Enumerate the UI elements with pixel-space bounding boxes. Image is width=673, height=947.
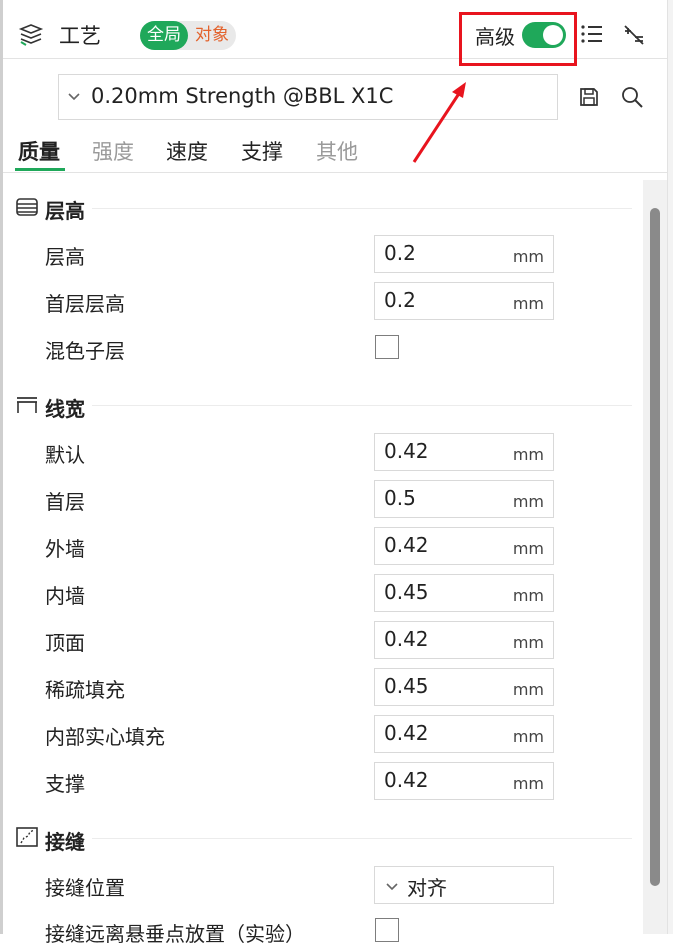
seam-position-value: 对齐	[407, 876, 447, 900]
row-label-mixed-sublayer: 混色子层	[45, 339, 125, 363]
field-unit: mm	[512, 539, 544, 558]
seam-away-checkbox[interactable]	[375, 918, 399, 942]
line-width-sparse-infill-input[interactable]: 0.45 mm	[374, 668, 554, 706]
field-unit: mm	[512, 445, 544, 464]
field-unit: mm	[512, 247, 544, 266]
row-label-seam-away-from-overhang: 接缝远离悬垂点放置（实验）	[45, 922, 305, 946]
line-width-inner-wall-input[interactable]: 0.45 mm	[374, 574, 554, 612]
line-width-default-input[interactable]: 0.42 mm	[374, 433, 554, 471]
field-unit: mm	[512, 586, 544, 605]
line-width-first-layer-input[interactable]: 0.5 mm	[374, 480, 554, 518]
tab-support[interactable]: 支撑	[241, 136, 283, 166]
row-label-internal-solid-infill: 内部实心填充	[45, 725, 165, 749]
row-label-layer-height: 层高	[45, 245, 85, 269]
field-value: 0.42	[384, 627, 429, 651]
tab-quality[interactable]: 质量	[18, 136, 60, 166]
field-unit: mm	[512, 727, 544, 746]
window-right-edge	[667, 0, 673, 934]
seam-position-select[interactable]: 对齐	[374, 866, 554, 904]
list-view-icon[interactable]	[580, 23, 604, 45]
search-icon[interactable]	[620, 85, 644, 109]
mixed-sublayer-checkbox[interactable]	[375, 335, 399, 359]
line-width-icon	[15, 394, 39, 416]
field-unit: mm	[512, 492, 544, 511]
line-width-support-input[interactable]: 0.42 mm	[374, 762, 554, 800]
process-title: 工艺	[59, 24, 101, 48]
tab-speed[interactable]: 速度	[166, 136, 208, 166]
row-label-support: 支撑	[45, 772, 85, 796]
seam-icon	[15, 826, 39, 848]
scope-object-option[interactable]: 对象	[188, 21, 236, 50]
preset-name: 0.20mm Strength @BBL X1C	[91, 84, 394, 108]
field-value: 0.42	[384, 439, 429, 463]
scope-toggle[interactable]: 全局 对象	[140, 21, 236, 50]
highlight-box	[459, 12, 577, 66]
row-label-default: 默认	[45, 443, 85, 467]
section-title-layer-height: 层高	[45, 199, 85, 223]
window-left-edge	[0, 0, 3, 934]
field-value: 0.2	[384, 288, 416, 312]
field-unit: mm	[512, 294, 544, 313]
row-label-outer-wall: 外墙	[45, 537, 85, 561]
field-value: 0.45	[384, 580, 429, 604]
row-label-top-surface: 顶面	[45, 631, 85, 655]
field-unit: mm	[512, 633, 544, 652]
field-unit: mm	[512, 774, 544, 793]
field-value: 0.42	[384, 768, 429, 792]
section-divider	[92, 208, 632, 209]
active-tab-indicator	[15, 168, 65, 171]
process-header: 工艺 全局 对象 高级	[3, 12, 667, 66]
compare-icon[interactable]	[621, 22, 647, 48]
section-divider	[92, 838, 632, 839]
row-label-sparse-infill: 稀疏填充	[45, 678, 125, 702]
save-icon[interactable]	[578, 86, 600, 108]
field-value: 0.5	[384, 486, 416, 510]
line-width-outer-wall-input[interactable]: 0.42 mm	[374, 527, 554, 565]
process-layers-icon	[18, 23, 44, 47]
field-value: 0.42	[384, 533, 429, 557]
field-value: 0.45	[384, 674, 429, 698]
layer-height-icon	[15, 196, 39, 218]
process-preset-select[interactable]: 0.20mm Strength @BBL X1C	[58, 74, 558, 120]
tab-divider	[3, 172, 667, 173]
layer-height-input[interactable]: 0.2 mm	[374, 235, 554, 273]
scope-global-option[interactable]: 全局	[140, 21, 188, 50]
field-value: 0.2	[384, 241, 416, 265]
chevron-down-icon	[385, 879, 399, 893]
field-unit: mm	[512, 680, 544, 699]
scrollbar-thumb[interactable]	[650, 208, 660, 886]
line-width-internal-solid-infill-input[interactable]: 0.42 mm	[374, 715, 554, 753]
row-label-first-layer: 首层	[45, 490, 85, 514]
tab-strength[interactable]: 强度	[92, 136, 134, 166]
section-title-line-width: 线宽	[45, 397, 85, 421]
field-value: 0.42	[384, 721, 429, 745]
row-label-inner-wall: 内墙	[45, 584, 85, 608]
section-divider	[92, 405, 632, 406]
row-label-first-layer-height: 首层层高	[45, 292, 125, 316]
section-title-seam: 接缝	[45, 830, 85, 854]
line-width-top-surface-input[interactable]: 0.42 mm	[374, 621, 554, 659]
first-layer-height-input[interactable]: 0.2 mm	[374, 282, 554, 320]
chevron-down-icon	[67, 89, 81, 103]
tab-others[interactable]: 其他	[316, 136, 358, 166]
row-label-seam-position: 接缝位置	[45, 876, 125, 900]
